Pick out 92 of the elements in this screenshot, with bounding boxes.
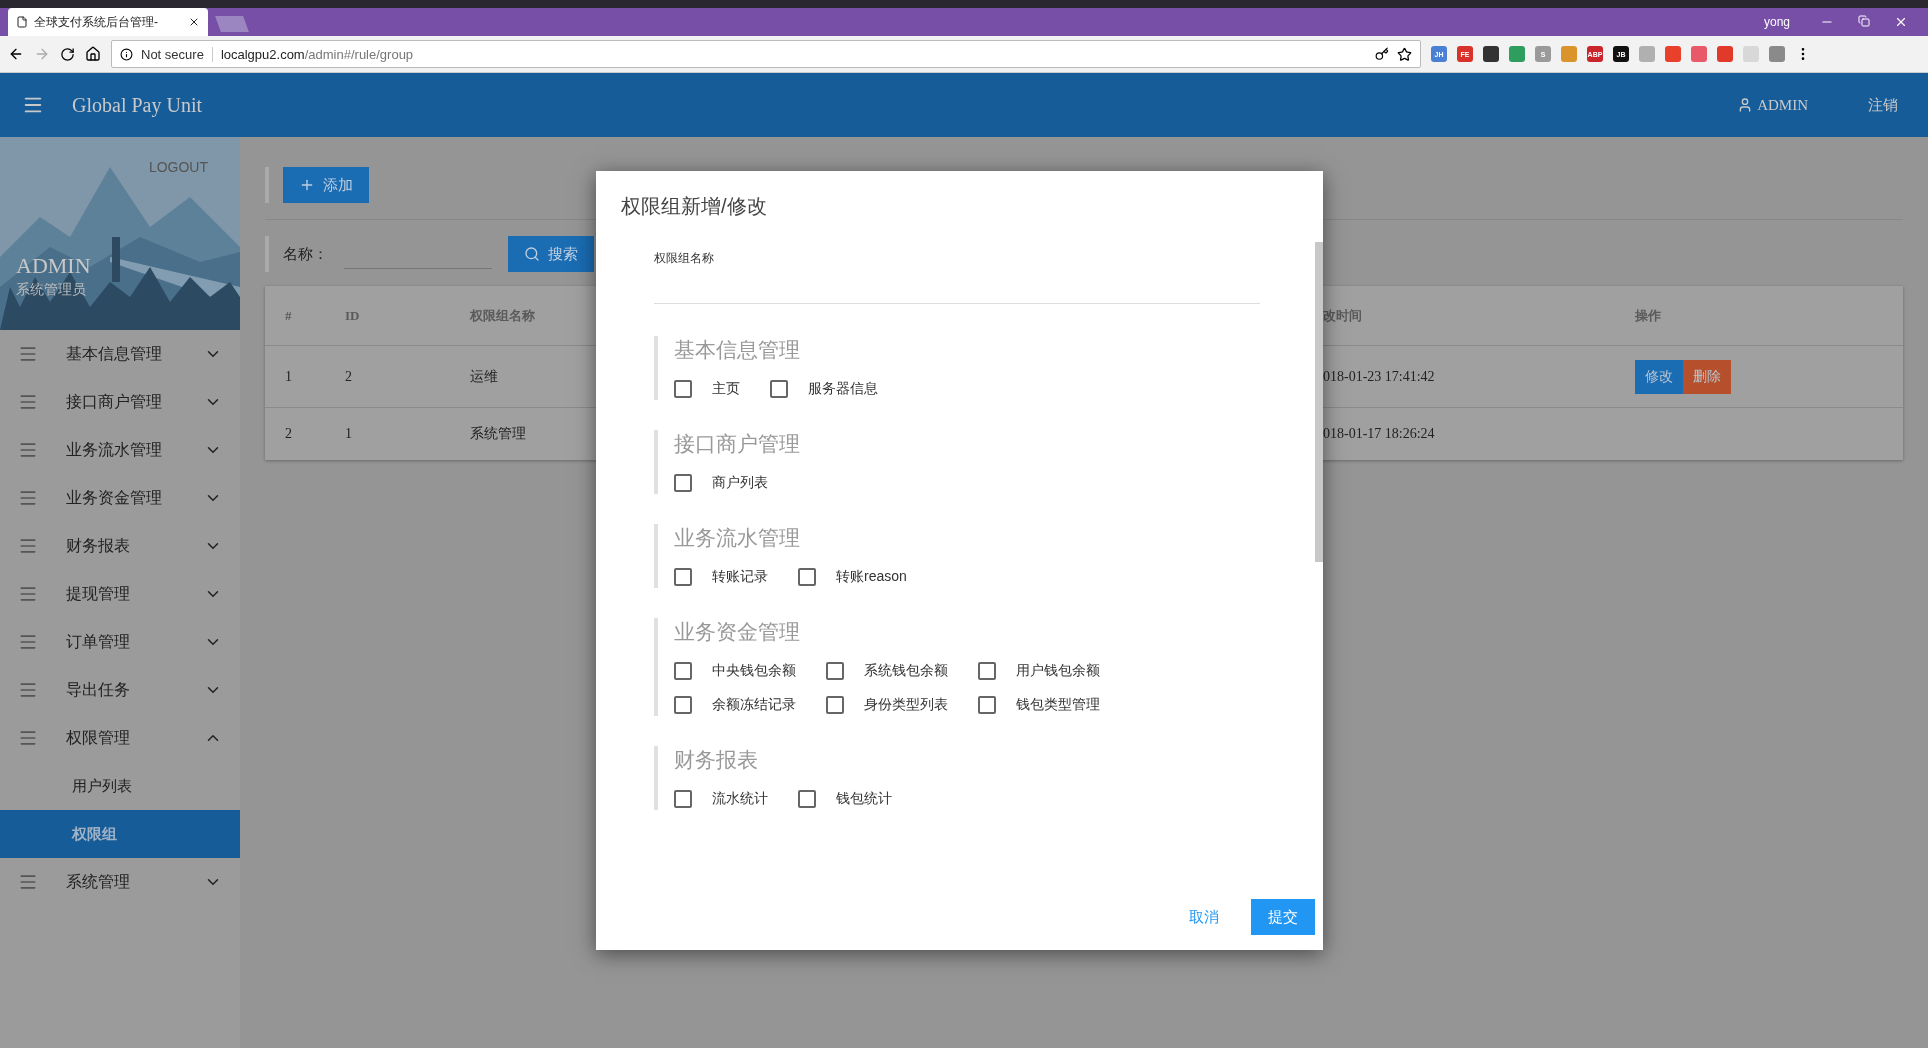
permission-checkbox[interactable]: 余额冻结记录 [674, 696, 796, 714]
submit-button[interactable]: 提交 [1251, 899, 1315, 935]
edit-button[interactable]: 修改 [1635, 359, 1683, 394]
sidebar-subitem[interactable]: 权限组 [0, 810, 240, 858]
list-icon [18, 584, 38, 604]
permission-checkbox[interactable]: 转账记录 [674, 568, 768, 586]
reload-icon[interactable] [60, 46, 75, 62]
logout-link[interactable]: 注销 [1868, 95, 1898, 115]
extension-icon[interactable] [1509, 46, 1525, 62]
extension-icon[interactable] [1665, 46, 1681, 62]
sidebar-item[interactable]: 订单管理 [0, 618, 240, 666]
browser-tab[interactable]: 全球支付系统后台管理- [8, 8, 208, 36]
sidebar-item[interactable]: 权限管理 [0, 714, 240, 762]
extension-icon[interactable] [1483, 46, 1499, 62]
permission-checkbox[interactable]: 系统钱包余额 [826, 662, 948, 680]
sidebar-item[interactable]: 业务资金管理 [0, 474, 240, 522]
security-label: Not secure [141, 46, 213, 62]
permission-checkbox[interactable]: 流水统计 [674, 790, 768, 808]
close-icon[interactable] [1894, 15, 1908, 29]
permission-checkbox[interactable]: 用户钱包余额 [978, 662, 1100, 680]
list-icon [18, 632, 38, 652]
name-field[interactable]: 权限组名称 [654, 250, 1260, 304]
column-header: 改时间 [1323, 306, 1363, 325]
extension-icon[interactable] [1717, 46, 1733, 62]
list-icon [18, 680, 38, 700]
list-icon [18, 872, 38, 892]
list-icon [18, 344, 38, 364]
table-cell-text: 018-01-23 17:41:42 [1323, 368, 1436, 385]
column-header: 操作 [1635, 306, 1662, 325]
sidebar-subitem[interactable]: 用户列表 [0, 762, 240, 810]
permission-checkbox[interactable]: 转账reason [798, 568, 907, 586]
column-header: ID [345, 307, 361, 324]
column-header: 权限组名称 [470, 306, 536, 325]
page-icon [16, 16, 28, 28]
extension-icon[interactable] [1769, 46, 1785, 62]
permission-checkbox[interactable]: 主页 [674, 380, 740, 398]
profile-role: 系统管理员 [16, 281, 87, 299]
permission-checkbox[interactable]: 服务器信息 [770, 380, 878, 398]
column-header: # [285, 307, 293, 324]
group-title: 基本信息管理 [674, 337, 801, 364]
sidebar-item[interactable]: 系统管理 [0, 858, 240, 906]
search-button[interactable]: 搜索 [508, 236, 594, 272]
table-cell-text: 018-01-17 18:26:24 [1323, 426, 1436, 442]
group-title: 接口商户管理 [674, 431, 801, 458]
group-title: 财务报表 [674, 747, 759, 774]
search-icon [524, 246, 540, 262]
restore-icon[interactable] [1858, 15, 1870, 27]
user-link[interactable]: ADMIN [1737, 96, 1808, 114]
star-icon[interactable] [1397, 46, 1412, 62]
permission-checkbox[interactable]: 商户列表 [674, 474, 768, 492]
sidebar-item[interactable]: 基本信息管理 [0, 330, 240, 378]
group-title: 业务资金管理 [674, 619, 801, 646]
address-field[interactable]: Not secure localgpu2.com/admin#/rule/group [111, 40, 1421, 68]
permission-checkbox[interactable]: 钱包类型管理 [978, 696, 1100, 714]
list-icon [18, 488, 38, 508]
forward-icon[interactable] [34, 46, 50, 62]
permission-checkbox[interactable]: 钱包统计 [798, 790, 892, 808]
sidebar-item[interactable]: 导出任务 [0, 666, 240, 714]
table-cell-text: 1 [285, 368, 293, 385]
cancel-button[interactable]: 取消 [1183, 906, 1225, 928]
group-title: 业务流水管理 [674, 525, 801, 552]
add-button[interactable]: 添加 [283, 167, 369, 203]
key-icon[interactable] [1375, 47, 1389, 61]
profile-name: yong [1763, 15, 1790, 29]
sidebar-item[interactable]: 业务流水管理 [0, 426, 240, 474]
info-icon [120, 47, 133, 61]
close-icon[interactable] [188, 16, 200, 28]
list-icon [18, 440, 38, 460]
back-icon[interactable] [8, 46, 24, 62]
table-cell-text: 2 [285, 426, 293, 442]
sidebar-item[interactable]: 提现管理 [0, 570, 240, 618]
new-tab-button[interactable] [215, 16, 249, 32]
table-cell-text: 2 [345, 368, 353, 385]
sidebar-item[interactable]: 接口商户管理 [0, 378, 240, 426]
plus-icon [299, 177, 315, 193]
permission-checkbox[interactable]: 中央钱包余额 [674, 662, 796, 680]
url-text: localgpu2.com/admin#/rule/group [220, 46, 414, 62]
table-cell-text: 1 [345, 426, 353, 442]
home-icon[interactable] [85, 46, 101, 62]
list-icon [18, 392, 38, 412]
scrollbar[interactable] [1315, 242, 1323, 562]
table-cell-text: 系统管理 [470, 425, 527, 443]
list-icon [18, 728, 38, 748]
list-icon [18, 536, 38, 556]
profile-name: ADMIN [16, 253, 92, 279]
app-title: Global Pay Unit [72, 93, 202, 117]
dialog-title: 权限组新增/修改 [620, 194, 768, 219]
extension-icon[interactable] [1691, 46, 1707, 62]
permission-checkbox[interactable]: 身份类型列表 [826, 696, 948, 714]
table-cell-text: 运维 [470, 367, 499, 386]
sidebar-item[interactable]: 财务报表 [0, 522, 240, 570]
search-label: 名称： [283, 244, 328, 264]
